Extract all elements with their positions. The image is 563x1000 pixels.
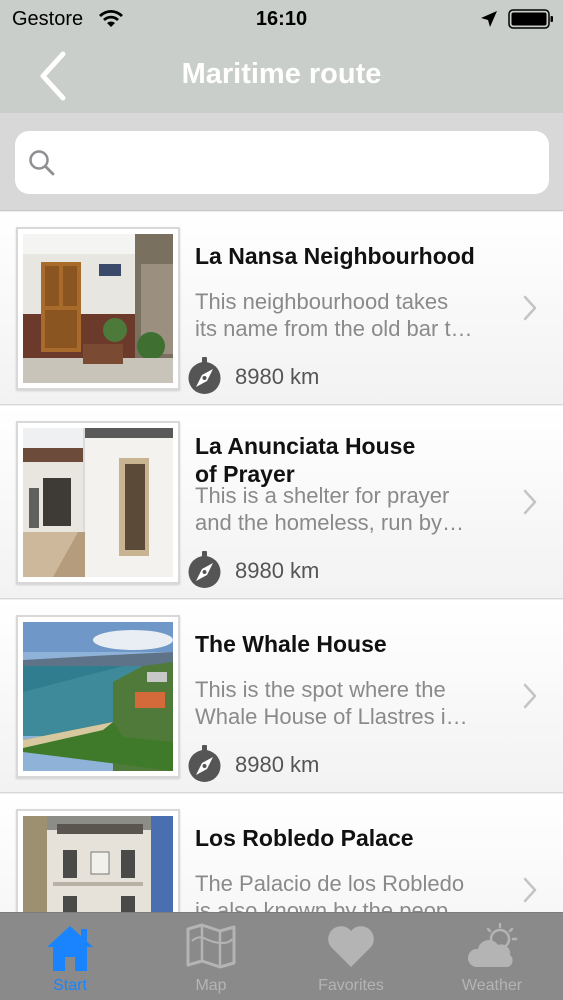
list-item[interactable]: La Nansa Neighbourhood This neighbourhoo…	[0, 212, 563, 405]
places-list: La Nansa Neighbourhood This neighbourhoo…	[0, 212, 563, 912]
place-title: La Nansa Neighbourhood	[195, 243, 475, 269]
place-thumbnail	[16, 227, 180, 390]
place-title: La Anunciata House of Prayer	[195, 433, 416, 487]
search-section	[0, 113, 563, 211]
chevron-right-icon	[523, 877, 537, 903]
tab-bar: Start Map Favorites Weather	[0, 912, 563, 1000]
heart-icon	[328, 926, 374, 967]
chevron-right-icon	[523, 489, 537, 515]
navigation-header: Gestore 16:10 Maritime route	[0, 0, 563, 113]
tab-start-label: Start	[53, 977, 87, 994]
place-distance: 8980 km	[235, 364, 320, 389]
list-item[interactable]: Los Robledo Palace The Palacio de los Ro…	[0, 794, 563, 912]
place-distance: 8980 km	[235, 558, 320, 583]
location-arrow-icon	[481, 11, 497, 27]
place-description: This is a shelter for prayer and the hom…	[195, 483, 465, 535]
chevron-right-icon	[523, 295, 537, 321]
search-icon	[29, 150, 55, 176]
place-description: This is the spot where the Whale House o…	[195, 677, 468, 729]
place-title: Los Robledo Palace	[195, 825, 414, 851]
compass-icon	[188, 357, 221, 394]
tab-start[interactable]: Start	[0, 913, 140, 1000]
battery-icon	[508, 9, 553, 29]
place-distance: 8980 km	[235, 752, 320, 777]
tab-weather-label: Weather	[461, 977, 523, 994]
tab-favorites[interactable]: Favorites	[281, 913, 421, 1000]
place-thumbnail	[16, 809, 180, 912]
list-item[interactable]: La Anunciata House of Prayer This is a s…	[0, 406, 563, 599]
tab-weather[interactable]: Weather	[422, 913, 562, 1000]
place-description: This neighbourhood takes its name from t…	[195, 289, 473, 341]
weather-cloud-sun-icon	[467, 923, 518, 967]
status-time: 16:10	[255, 8, 308, 30]
place-description: The Palacio de los Robledo is also known…	[195, 871, 471, 912]
tab-favorites-label: Favorites	[318, 977, 384, 994]
chevron-right-icon	[523, 683, 537, 709]
search-input[interactable]	[69, 141, 529, 183]
place-thumbnail	[16, 421, 180, 584]
map-icon	[186, 923, 236, 969]
tab-map[interactable]: Map	[141, 913, 281, 1000]
compass-icon	[188, 551, 221, 588]
place-title: The Whale House	[195, 631, 387, 657]
house-icon	[47, 926, 93, 971]
place-thumbnail	[16, 615, 180, 778]
page-title: Maritime route	[181, 58, 382, 90]
list-item[interactable]: The Whale House This is the spot where t…	[0, 600, 563, 793]
status-bar: Gestore 16:10	[0, 0, 563, 36]
tab-map-label: Map	[195, 977, 227, 994]
compass-icon	[188, 745, 221, 782]
search-bar[interactable]	[15, 131, 549, 194]
